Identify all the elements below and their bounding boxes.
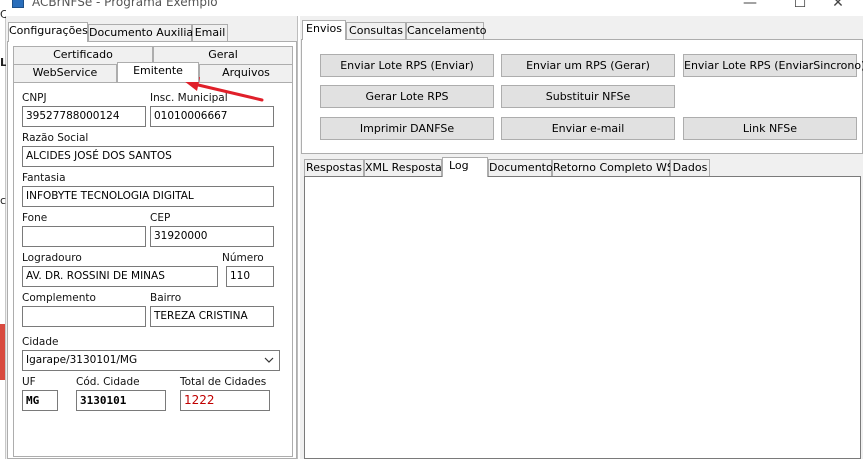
cidade-select[interactable]: Igarape/3130101/MG (22, 350, 280, 371)
tab-webservice[interactable]: WebService (13, 64, 117, 82)
gerar-lote-rps-button[interactable]: Gerar Lote RPS (320, 85, 494, 108)
fone-field[interactable] (22, 226, 146, 247)
log-memo[interactable] (304, 176, 861, 459)
razao-field[interactable]: ALCIDES JOSÉ DOS SANTOS (22, 146, 274, 167)
tab-respostas[interactable]: Respostas (304, 159, 364, 177)
enviar-lote-sincrono-button[interactable]: Enviar Lote RPS (EnviarSincrono) (683, 54, 863, 77)
cep-field[interactable]: 31920000 (150, 226, 274, 247)
cep-label: CEP (150, 212, 171, 224)
enviar-email-button[interactable]: Enviar e-mail (501, 117, 675, 140)
uf-label: UF (22, 376, 36, 388)
app-icon (12, 0, 24, 8)
tab-retorno-completo-ws[interactable]: Retorno Completo WS (552, 159, 674, 177)
tab-envios[interactable]: Envios (302, 20, 346, 40)
chevron-down-icon (264, 357, 274, 363)
im-field[interactable]: 01010006667 (150, 106, 274, 127)
razao-label: Razão Social (22, 132, 89, 144)
tab-documento[interactable]: Documento (488, 159, 553, 177)
tab-email[interactable]: Email (192, 24, 228, 42)
tab-consultas[interactable]: Consultas (346, 22, 406, 40)
enviar-lote-rps-button[interactable]: Enviar Lote RPS (Enviar) (320, 54, 494, 77)
emitente-pane: CNPJ 39527788000124 Insc. Municipal 0101… (13, 82, 293, 457)
bairro-label: Bairro (150, 292, 182, 304)
maximize-button[interactable]: ☐ (780, 0, 820, 13)
enviar-um-rps-button[interactable]: Enviar um RPS (Gerar) (501, 54, 675, 77)
title-bar: ACBrNFSe - Programa Exemplo — ☐ ✕ (0, 0, 863, 16)
link-nfse-button[interactable]: Link NFSe (683, 117, 857, 140)
fantasia-field[interactable]: INFOBYTE TECNOLOGIA DIGITAL (22, 186, 274, 207)
tab-dados[interactable]: Dados (670, 159, 710, 177)
fantasia-label: Fantasia (22, 172, 66, 184)
close-button[interactable]: ✕ (818, 0, 858, 13)
minimize-button[interactable]: — (730, 0, 770, 13)
tab-xml-resposta[interactable]: XML Resposta (364, 159, 442, 177)
cidade-label: Cidade (22, 336, 59, 348)
fone-label: Fone (22, 212, 48, 224)
cnpj-label: CNPJ (22, 92, 47, 104)
actions-panel: Envios Consultas Cancelamento Enviar Lot… (300, 16, 863, 459)
tab-documento-auxiliar[interactable]: Documento Auxiliar (88, 24, 198, 42)
logradouro-field[interactable]: AV. DR. ROSSINI DE MINAS (22, 266, 218, 287)
total-cidades-label: Total de Cidades (180, 376, 267, 388)
sliver-red-bar (0, 324, 5, 380)
total-cidades-field: 1222 (180, 390, 270, 411)
tab-log[interactable]: Log (442, 157, 488, 177)
complemento-field[interactable] (22, 306, 146, 327)
cod-cidade-field[interactable]: 3130101 (76, 390, 166, 411)
imprimir-danfse-button[interactable]: Imprimir DANFSe (320, 117, 494, 140)
tab-configuracoes[interactable]: Configurações (8, 22, 88, 42)
logradouro-label: Logradouro (22, 252, 82, 264)
window-title: ACBrNFSe - Programa Exemplo (32, 0, 218, 9)
envios-pane: Enviar Lote RPS (Enviar) Enviar um RPS (… (301, 39, 863, 154)
numero-label: Número (222, 252, 264, 264)
complemento-label: Complemento (22, 292, 96, 304)
substituir-nfse-button[interactable]: Substituir NFSe (501, 85, 675, 108)
tab-emitente[interactable]: Emitente (117, 62, 199, 82)
bairro-field[interactable]: TEREZA CRISTINA (150, 306, 274, 327)
tab-cancelamento[interactable]: Cancelamento (406, 22, 487, 40)
cod-cidade-label: Cód. Cidade (76, 376, 140, 388)
cnpj-field[interactable]: 39527788000124 (22, 106, 146, 127)
numero-field[interactable]: 110 (226, 266, 274, 287)
cidade-select-value: Igarape/3130101/MG (26, 354, 138, 366)
uf-field[interactable]: MG (22, 390, 58, 411)
